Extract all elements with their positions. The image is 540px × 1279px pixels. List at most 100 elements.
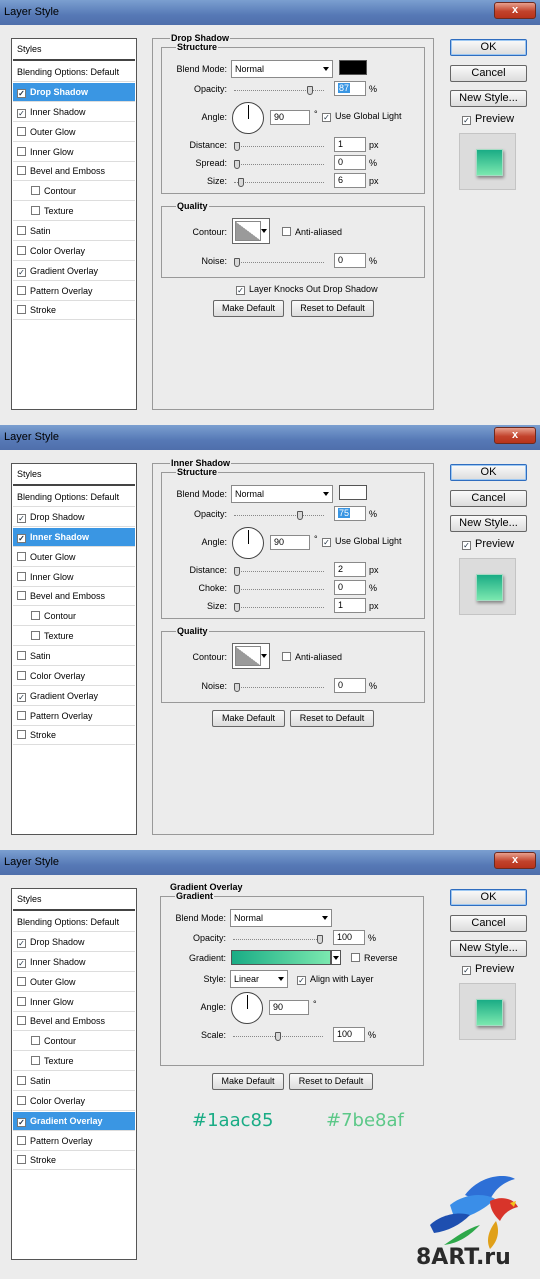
- style-item-pattern-overlay[interactable]: Pattern Overlay: [13, 1132, 135, 1151]
- opacity-slider[interactable]: [233, 935, 323, 944]
- style-item-bevel-and-emboss[interactable]: Bevel and Emboss: [13, 587, 135, 607]
- spread-input[interactable]: 0: [334, 155, 366, 170]
- angle-input[interactable]: 90: [270, 535, 310, 550]
- style-item-texture[interactable]: Texture: [13, 1052, 135, 1072]
- style-item-color-overlay[interactable]: Color Overlay: [13, 667, 135, 686]
- slider-thumb[interactable]: [297, 511, 303, 520]
- checkbox-icon[interactable]: ✓: [17, 514, 26, 523]
- checkbox-icon[interactable]: [17, 1075, 26, 1085]
- style-item-texture[interactable]: Texture: [13, 202, 135, 222]
- slider-thumb[interactable]: [238, 178, 244, 187]
- slider-thumb[interactable]: [317, 935, 323, 944]
- style-item-outer-glow[interactable]: Outer Glow: [13, 123, 135, 142]
- style-item-inner-glow[interactable]: Inner Glow: [13, 993, 135, 1012]
- noise-slider[interactable]: [234, 258, 324, 267]
- style-item-stroke[interactable]: Stroke: [13, 1151, 135, 1171]
- title-bar[interactable]: Layer Style x: [0, 425, 540, 450]
- checkbox-icon[interactable]: ✓: [17, 108, 26, 118]
- checkbox-icon[interactable]: ✓: [17, 267, 26, 277]
- distance-input[interactable]: 2: [334, 562, 366, 577]
- make-default-button[interactable]: Make Default: [212, 710, 285, 727]
- checkbox-icon[interactable]: ✓: [17, 89, 26, 98]
- styles-header[interactable]: Styles: [13, 889, 135, 911]
- angle-dial[interactable]: [232, 527, 264, 559]
- style-item-outer-glow[interactable]: Outer Glow: [13, 973, 135, 992]
- slider-thumb[interactable]: [307, 86, 313, 95]
- checkbox-icon[interactable]: [17, 571, 26, 581]
- reset-default-button[interactable]: Reset to Default: [289, 1073, 373, 1090]
- distance-slider[interactable]: [234, 567, 324, 576]
- style-item-inner-shadow[interactable]: ✓ Inner Shadow: [13, 953, 135, 972]
- make-default-button[interactable]: Make Default: [212, 1073, 284, 1090]
- checkbox-icon[interactable]: [17, 730, 26, 740]
- style-item-satin[interactable]: Satin: [13, 1072, 135, 1091]
- checkbox-icon[interactable]: [31, 206, 40, 216]
- checkbox-icon[interactable]: [17, 591, 26, 601]
- contour-picker[interactable]: [232, 218, 270, 244]
- opacity-input[interactable]: 100: [333, 930, 365, 945]
- distance-input[interactable]: 1: [334, 137, 366, 152]
- style-item-satin[interactable]: Satin: [13, 647, 135, 666]
- slider-thumb[interactable]: [234, 585, 240, 594]
- blending-options-item[interactable]: Blending Options: Default: [13, 488, 135, 507]
- shadow-color-swatch[interactable]: [339, 60, 367, 75]
- style-item-contour[interactable]: Contour: [13, 182, 135, 202]
- new-style-button[interactable]: New Style...: [450, 940, 527, 957]
- checkbox-icon[interactable]: [17, 245, 26, 255]
- close-button[interactable]: x: [494, 427, 536, 444]
- noise-slider[interactable]: [234, 683, 324, 692]
- anti-aliased-checkbox[interactable]: Anti-aliased: [282, 652, 342, 662]
- reset-default-button[interactable]: Reset to Default: [291, 300, 374, 317]
- ok-button[interactable]: OK: [450, 889, 527, 906]
- knocks-out-checkbox[interactable]: ✓ Layer Knocks Out Drop Shadow: [236, 284, 378, 295]
- anti-aliased-checkbox[interactable]: Anti-aliased: [282, 227, 342, 237]
- style-item-inner-glow[interactable]: Inner Glow: [13, 568, 135, 587]
- angle-dial[interactable]: [232, 102, 264, 134]
- checkbox-icon[interactable]: [17, 285, 26, 295]
- style-item-stroke[interactable]: Stroke: [13, 301, 135, 321]
- style-item-gradient-overlay[interactable]: ✓ Gradient Overlay: [13, 262, 135, 281]
- blending-options-item[interactable]: Blending Options: Default: [13, 63, 135, 82]
- style-item-color-overlay[interactable]: Color Overlay: [13, 242, 135, 261]
- blending-options-item[interactable]: Blending Options: Default: [13, 913, 135, 932]
- checkbox-icon[interactable]: [17, 1135, 26, 1145]
- checkbox-icon[interactable]: [17, 650, 26, 660]
- style-item-bevel-and-emboss[interactable]: Bevel and Emboss: [13, 1012, 135, 1032]
- cancel-button[interactable]: Cancel: [450, 915, 527, 932]
- slider-thumb[interactable]: [275, 1032, 281, 1041]
- cancel-button[interactable]: Cancel: [450, 490, 527, 507]
- style-select[interactable]: Linear: [230, 970, 288, 988]
- close-button[interactable]: x: [494, 2, 536, 19]
- checkbox-icon[interactable]: ✓: [17, 533, 26, 543]
- choke-input[interactable]: 0: [334, 580, 366, 595]
- checkbox-icon[interactable]: [17, 1155, 26, 1165]
- shadow-color-swatch[interactable]: [339, 485, 367, 500]
- opacity-slider[interactable]: [234, 86, 324, 95]
- size-input[interactable]: 6: [334, 173, 366, 188]
- style-item-satin[interactable]: Satin: [13, 222, 135, 241]
- use-global-light-checkbox[interactable]: ✓ Use Global Light: [322, 536, 402, 547]
- preview-checkbox[interactable]: ✓ Preview: [462, 113, 514, 125]
- angle-dial[interactable]: [231, 992, 263, 1024]
- style-item-pattern-overlay[interactable]: Pattern Overlay: [13, 707, 135, 726]
- style-item-color-overlay[interactable]: Color Overlay: [13, 1092, 135, 1111]
- style-item-pattern-overlay[interactable]: Pattern Overlay: [13, 282, 135, 301]
- slider-thumb[interactable]: [234, 567, 240, 576]
- checkbox-icon[interactable]: ✓: [17, 958, 26, 968]
- title-bar[interactable]: Layer Style x: [0, 0, 540, 25]
- style-item-inner-glow[interactable]: Inner Glow: [13, 143, 135, 162]
- style-item-gradient-overlay[interactable]: ✓ Gradient Overlay: [13, 1111, 135, 1131]
- noise-input[interactable]: 0: [334, 678, 366, 693]
- size-input[interactable]: 1: [334, 598, 366, 613]
- gradient-dropdown-button[interactable]: [331, 950, 341, 965]
- style-item-bevel-and-emboss[interactable]: Bevel and Emboss: [13, 162, 135, 182]
- checkbox-icon[interactable]: [31, 611, 40, 621]
- style-item-outer-glow[interactable]: Outer Glow: [13, 548, 135, 567]
- style-item-inner-shadow[interactable]: ✓ Inner Shadow: [13, 103, 135, 122]
- styles-header[interactable]: Styles: [13, 464, 135, 486]
- style-item-stroke[interactable]: Stroke: [13, 726, 135, 746]
- make-default-button[interactable]: Make Default: [213, 300, 284, 317]
- styles-header[interactable]: Styles: [13, 39, 135, 61]
- checkbox-icon[interactable]: [17, 976, 26, 986]
- checkbox-icon[interactable]: [17, 1016, 26, 1026]
